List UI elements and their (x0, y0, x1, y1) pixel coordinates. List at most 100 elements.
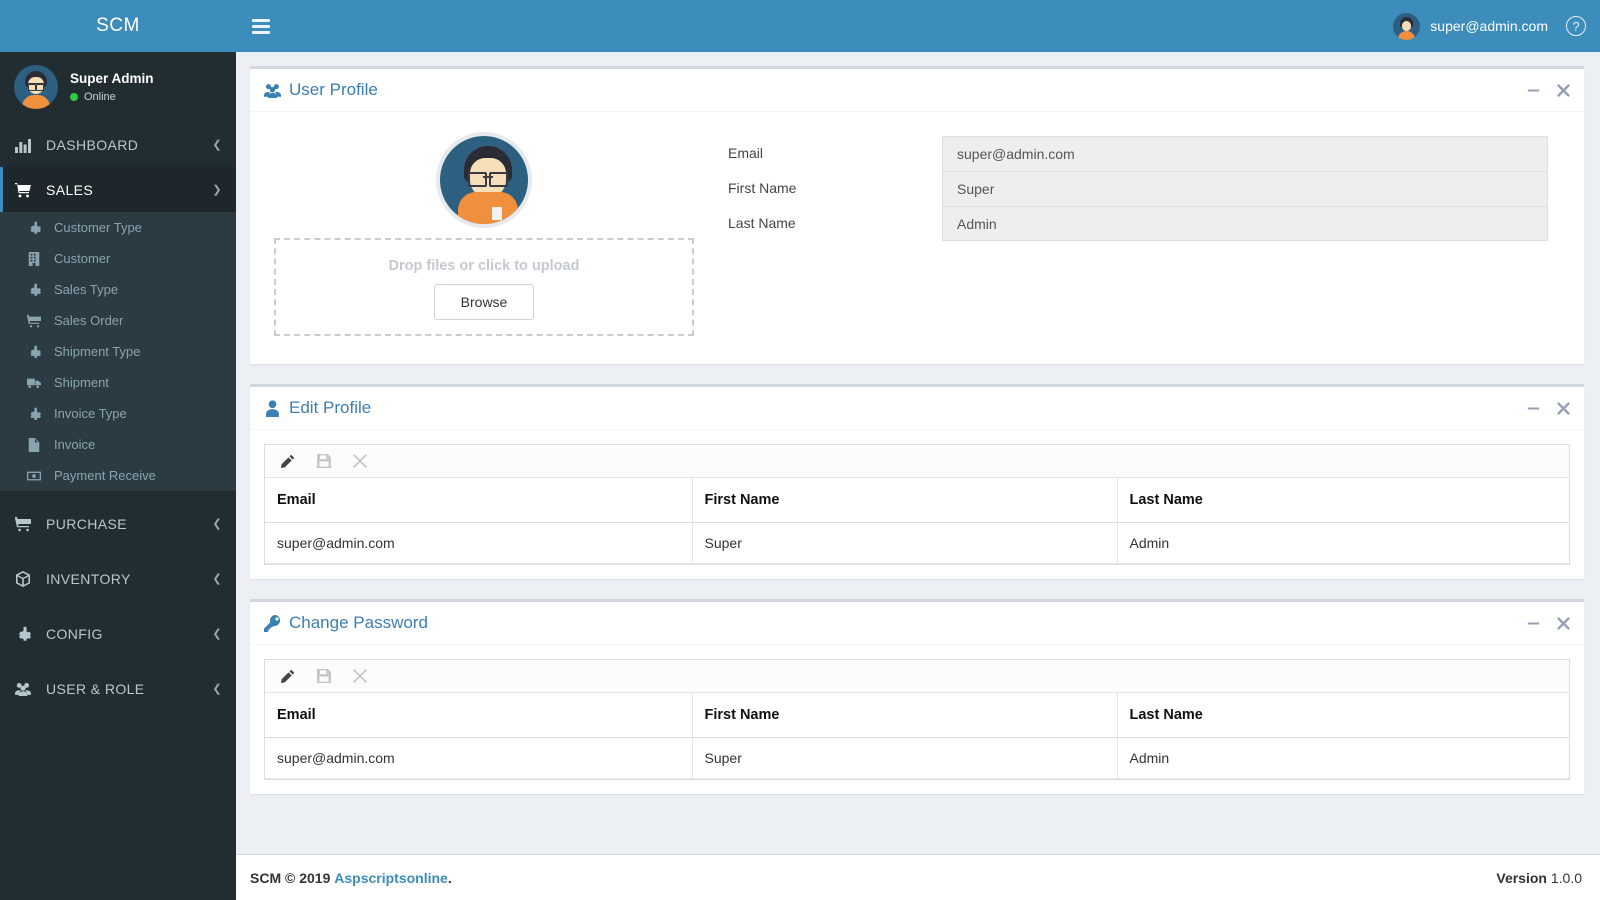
file-dropzone[interactable]: Drop files or click to upload Browse (274, 238, 694, 336)
chevron-left-icon: ❮ (212, 573, 222, 585)
column-header-email[interactable]: Email (265, 693, 693, 738)
sidebar-item-label: PURCHASE (46, 515, 127, 532)
browse-button[interactable]: Browse (433, 284, 535, 320)
file-icon (26, 437, 42, 452)
sidebar-subitem-label: Sales Type (54, 282, 119, 297)
table-row[interactable]: super@admin.com Super Admin (265, 737, 1569, 779)
avatar (14, 65, 58, 109)
change-password-table: Email First Name Last Name super@admin.c… (265, 693, 1569, 779)
chart-bar-icon (14, 137, 32, 153)
column-header-first-name[interactable]: First Name (692, 693, 1118, 738)
sidebar-subitem-customer-type[interactable]: Customer Type (0, 212, 236, 243)
column-header-email[interactable]: Email (265, 478, 693, 523)
table-row[interactable]: super@admin.com Super Admin (265, 522, 1569, 564)
change-password-toolbar (265, 660, 1569, 693)
edit-profile-title: Edit Profile (289, 398, 372, 417)
chevron-left-icon: ❮ (212, 628, 222, 640)
topbar-user-email: super@admin.com (1430, 18, 1548, 34)
money-bill-icon (26, 469, 42, 483)
sidebar-item-user-role[interactable]: USER & ROLE ❮ (0, 666, 236, 711)
sidebar-item-inventory[interactable]: INVENTORY ❮ (0, 556, 236, 601)
email-label: Email (728, 145, 764, 161)
sidebar-item-purchase[interactable]: PURCHASE ❮ (0, 501, 236, 546)
sidebar-item-sales[interactable]: SALES ❯ (0, 167, 236, 212)
sidebar-item-config[interactable]: CONFIG ❮ (0, 611, 236, 656)
column-header-last-name[interactable]: Last Name (1117, 693, 1569, 738)
brand-logo[interactable]: SCM (0, 0, 236, 52)
gear-icon (26, 283, 42, 297)
last-name-field[interactable]: Admin (942, 206, 1548, 241)
user-icon (264, 399, 281, 417)
floppy-disk-icon[interactable] (317, 669, 331, 683)
user-profile-header: User Profile (250, 69, 1584, 112)
topbar: super@admin.com ? (236, 0, 1600, 52)
sidebar-item-label: CONFIG (46, 625, 103, 642)
cell-first-name: Super (692, 737, 1118, 779)
page-title: User Profile (264, 80, 378, 100)
first-name-field[interactable]: Super (942, 171, 1548, 206)
sidebar-user-panel: Super Admin Online (0, 52, 236, 122)
edit-profile-body: Email First Name Last Name super@admin.c… (250, 430, 1584, 579)
sidebar-subitem-shipment-type[interactable]: Shipment Type (0, 336, 236, 367)
edit-profile-grid: Email First Name Last Name super@admin.c… (264, 444, 1570, 565)
sidebar-subitem-sales-order[interactable]: Sales Order (0, 305, 236, 336)
user-profile-panel: User Profile Drop files or click to uplo… (250, 66, 1584, 364)
key-icon (264, 614, 281, 632)
change-password-body: Email First Name Last Name super@admin.c… (250, 645, 1584, 794)
chevron-left-icon: ❮ (212, 139, 222, 151)
dropzone-label: Drop files or click to upload (388, 258, 580, 274)
sidebar-subitem-payment-receive[interactable]: Payment Receive (0, 460, 236, 491)
sidebar-subitem-shipment[interactable]: Shipment (0, 367, 236, 398)
column-header-first-name[interactable]: First Name (692, 478, 1118, 523)
hamburger-icon[interactable] (252, 18, 270, 34)
minus-icon[interactable] (1526, 401, 1540, 415)
gear-icon (26, 407, 42, 421)
minus-icon[interactable] (1526, 83, 1540, 97)
sidebar-user-status-label: Online (84, 91, 116, 103)
cell-email: super@admin.com (265, 522, 693, 564)
email-field[interactable]: super@admin.com (942, 136, 1548, 171)
shopping-cart-icon (14, 182, 32, 198)
floppy-disk-icon[interactable] (317, 454, 331, 468)
footer-version: Version 1.0.0 (1496, 870, 1582, 886)
sidebar-subitem-invoice-type[interactable]: Invoice Type (0, 398, 236, 429)
main-area: super@admin.com ? User Profile Drop file… (236, 0, 1600, 900)
cell-last-name: Admin (1117, 522, 1569, 564)
sidebar-item-label: SALES (46, 181, 94, 198)
sidebar-subitem-label: Customer (54, 251, 111, 266)
close-icon[interactable] (1556, 83, 1570, 97)
brand-title: SCM (96, 15, 140, 36)
footer-version-label: Version (1496, 869, 1547, 886)
close-icon[interactable] (353, 454, 367, 468)
close-icon[interactable] (1556, 616, 1570, 630)
sidebar-subitem-customer[interactable]: Customer (0, 243, 236, 274)
cube-icon (14, 570, 32, 587)
topbar-user-menu[interactable]: super@admin.com (1393, 12, 1548, 40)
pencil-icon[interactable] (281, 669, 295, 683)
sidebar-subitem-label: Customer Type (54, 220, 142, 235)
footer-link[interactable]: Aspscriptsonline (334, 870, 448, 886)
question-circle-icon[interactable]: ? (1566, 16, 1586, 36)
sidebar-subitem-invoice[interactable]: Invoice (0, 429, 236, 460)
sidebar-item-dashboard[interactable]: DASHBOARD ❮ (0, 122, 236, 167)
app-root: SCM Super Admin Online DASHBOARD ❮ SALES… (0, 0, 1600, 900)
footer-period: . (447, 869, 452, 886)
sidebar-subitem-sales-type[interactable]: Sales Type (0, 274, 236, 305)
content: User Profile Drop files or click to uplo… (236, 52, 1600, 854)
building-icon (26, 251, 42, 266)
cart-flatbed-icon (26, 314, 42, 328)
online-status-icon (70, 93, 78, 101)
footer-copyright: SCM © 2019 Aspscriptsonline. (250, 870, 452, 886)
close-icon[interactable] (353, 669, 367, 683)
pencil-icon[interactable] (281, 454, 295, 468)
sidebar-subitem-label: Shipment (54, 375, 109, 390)
close-icon[interactable] (1556, 401, 1570, 415)
sidebar-subitem-label: Invoice Type (54, 406, 127, 421)
chevron-left-icon: ❮ (212, 683, 222, 695)
column-header-last-name[interactable]: Last Name (1117, 478, 1569, 523)
edit-profile-header: Edit Profile (250, 387, 1584, 430)
gear-icon (26, 221, 42, 235)
sidebar-user-name: Super Admin (70, 71, 154, 86)
footer-version-value: 1.0.0 (1550, 869, 1582, 886)
minus-icon[interactable] (1526, 616, 1540, 630)
